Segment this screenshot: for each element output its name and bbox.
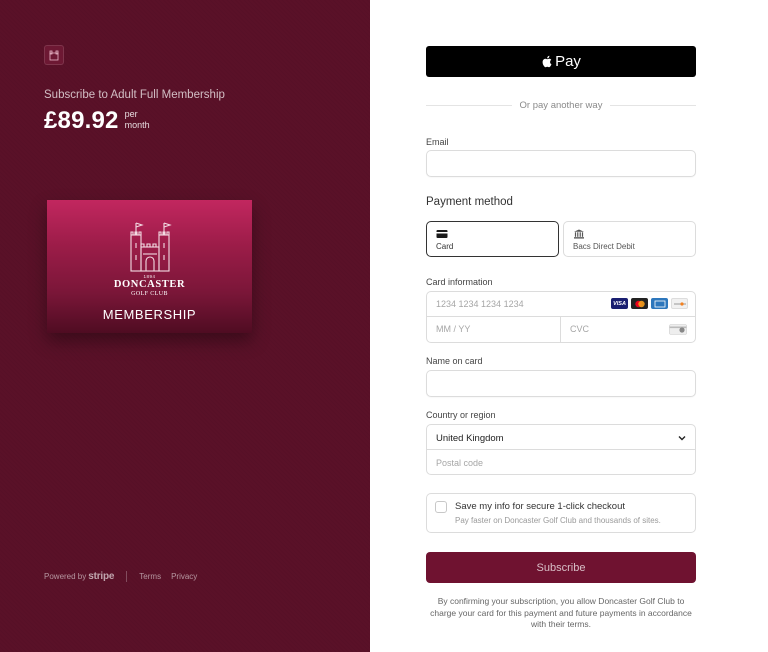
amex-icon: [651, 298, 668, 309]
card-information-group: 1234 1234 1234 1234 VISA MM / YY CVC: [426, 291, 696, 343]
privacy-link[interactable]: Privacy: [171, 572, 197, 581]
apple-icon: [542, 55, 552, 67]
divider-line-right: [610, 105, 696, 106]
card-expiry-input[interactable]: MM / YY: [427, 317, 561, 342]
visa-label: VISA: [613, 300, 626, 307]
card-icon: [436, 230, 448, 238]
bank-icon: [574, 229, 584, 239]
card-cvc-placeholder: CVC: [570, 324, 590, 334]
terms-link[interactable]: Terms: [139, 572, 161, 581]
membership-label: MEMBERSHIP: [102, 307, 197, 322]
card-brands: VISA: [611, 298, 688, 309]
save-info-subtitle: Pay faster on Doncaster Golf Club and th…: [455, 516, 661, 525]
merchant-panel: Subscribe to Adult Full Membership £89.9…: [0, 0, 370, 652]
postal-code-input[interactable]: Postal code: [436, 458, 483, 468]
price-display: £89.92 per month: [44, 107, 150, 135]
save-info-title: Save my info for secure 1-click checkout: [455, 501, 626, 512]
card-number-input[interactable]: 1234 1234 1234 1234 VISA: [427, 292, 695, 317]
save-info-checkbox[interactable]: [435, 501, 447, 513]
card-information-label: Card information: [426, 277, 493, 287]
save-info-box[interactable]: Save my info for secure 1-click checkout…: [426, 493, 696, 533]
castle-icon: [130, 222, 172, 272]
powered-by-text: Powered by: [44, 572, 87, 581]
club-logo-icon[interactable]: [44, 45, 64, 65]
country-group: United Kingdom Postal code: [426, 424, 696, 475]
stripe-logo[interactable]: stripe: [88, 571, 114, 582]
name-on-card-field[interactable]: [426, 370, 696, 397]
card-number-placeholder: 1234 1234 1234 1234: [436, 299, 524, 309]
payment-method-bacs-label: Bacs Direct Debit: [573, 242, 635, 251]
price-period-line1: per: [124, 109, 138, 119]
name-on-card-label: Name on card: [426, 356, 483, 366]
product-image: 1894 DONCASTER GOLF CLUB MEMBERSHIP: [47, 200, 252, 333]
email-field[interactable]: [426, 150, 696, 177]
payment-method-card-label: Card: [436, 242, 454, 251]
card-cvc-input[interactable]: CVC: [561, 317, 695, 342]
cvc-card-icon: [669, 324, 687, 335]
price-period-line2: month: [124, 120, 150, 130]
divider-text: Or pay another way: [519, 100, 603, 111]
payment-method-title: Payment method: [426, 196, 513, 208]
apple-pay-label: Pay: [555, 53, 581, 70]
subscription-title: Subscribe to Adult Full Membership: [44, 89, 225, 101]
payment-method-card[interactable]: Card: [426, 221, 559, 257]
apple-pay-button[interactable]: Pay: [426, 46, 696, 77]
footer-divider: [126, 571, 128, 582]
country-value: United Kingdom: [436, 433, 504, 444]
stripe-footer: Powered by stripe Terms Privacy: [44, 571, 207, 582]
country-label: Country or region: [426, 410, 496, 420]
price-period: per month: [125, 109, 150, 131]
club-name: DONCASTER: [113, 279, 186, 290]
country-select[interactable]: United Kingdom: [427, 425, 695, 450]
payment-method-bacs[interactable]: Bacs Direct Debit: [563, 221, 696, 257]
discover-icon: [671, 298, 688, 309]
mastercard-icon: [631, 298, 648, 309]
subscribe-button[interactable]: Subscribe: [426, 552, 696, 583]
chevron-down-icon: [678, 436, 686, 441]
email-label: Email: [426, 137, 449, 147]
card-expiry-placeholder: MM / YY: [436, 324, 471, 334]
price-amount: £89.92: [44, 107, 119, 134]
club-subtitle: GOLF CLUB: [131, 291, 168, 297]
visa-icon: VISA: [611, 298, 628, 309]
divider-line-left: [426, 105, 512, 106]
legal-text: By confirming your subscription, you all…: [430, 596, 692, 629]
checkout-form: Pay Or pay another way Email Payment met…: [370, 0, 768, 652]
pay-another-way-divider: Or pay another way: [426, 100, 696, 111]
